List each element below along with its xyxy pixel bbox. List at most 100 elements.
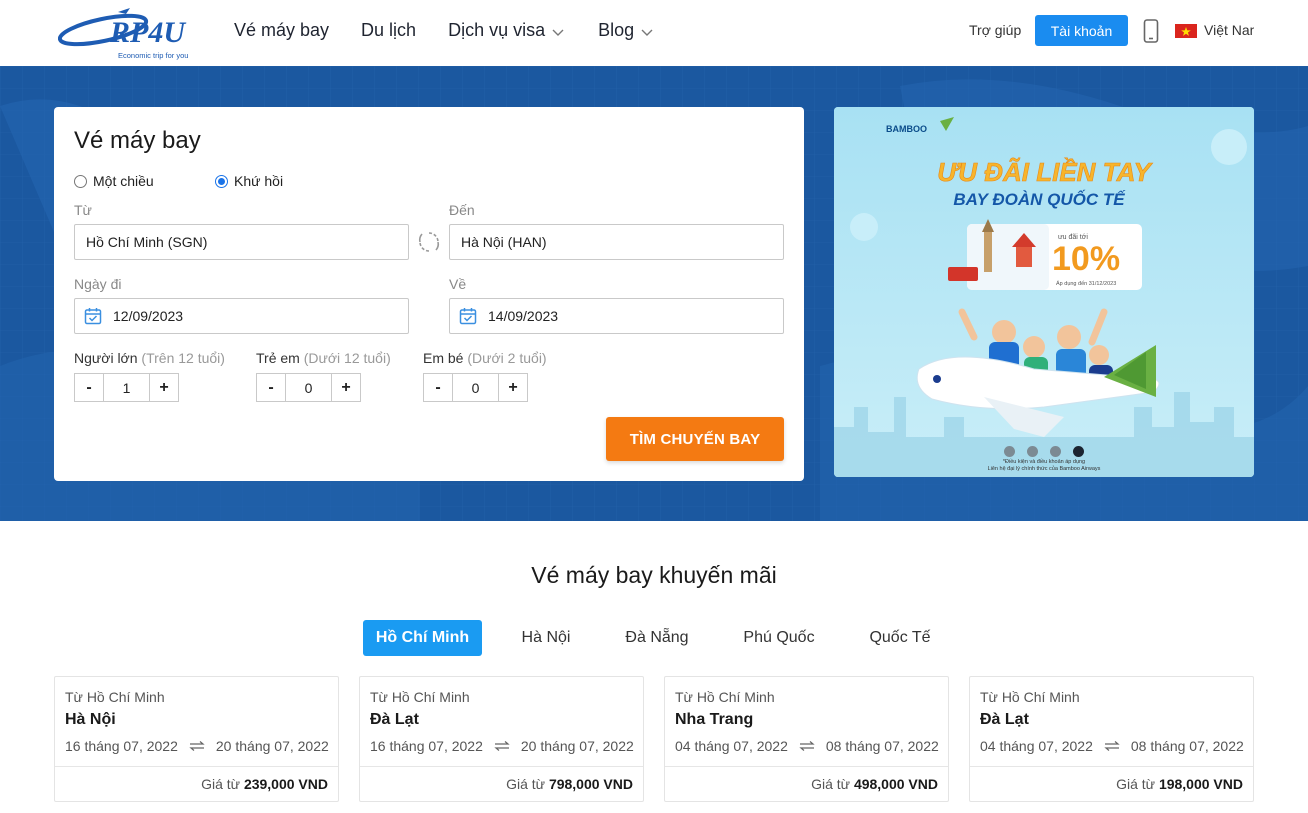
banner-offer-until: Áp dụng đến 31/12/2023 — [1056, 280, 1116, 287]
banner-footnote-2: Liên hệ đại lý chính thức của Bamboo Air… — [988, 465, 1101, 472]
site-logo[interactable]: RP4U Economic trip for you — [57, 4, 208, 62]
nav-blog[interactable]: Blog — [598, 20, 653, 41]
deal-price-prefix: Giá từ — [506, 776, 546, 792]
radio-checked-icon — [215, 174, 228, 188]
adults-increment-button[interactable]: + — [149, 374, 178, 401]
deal-price-value: 498,000 VND — [853, 776, 938, 792]
adults-note: (Trên 12 tuổi) — [141, 350, 225, 366]
return-date-input[interactable]: 14/09/2023 — [449, 298, 784, 334]
children-increment-button[interactable]: + — [331, 374, 360, 401]
deal-price-value: 239,000 VND — [243, 776, 328, 792]
promo-banner-carousel[interactable]: BAMBOO ƯU ĐÃI LIỀN TAY BAY ĐOÀN QUỐC TẾ … — [834, 107, 1254, 477]
deal-card[interactable]: Từ Hồ Chí Minh Đà Lạt 04 tháng 07, 2022 … — [969, 676, 1254, 802]
swap-icon[interactable] — [417, 230, 441, 254]
nav-travel-label: Du lịch — [361, 20, 417, 40]
departure-city-tabs: Hồ Chí Minh Hà Nội Đà Nẵng Phú Quốc Quốc… — [363, 620, 946, 656]
infants-count[interactable]: 0 — [453, 374, 498, 401]
children-decrement-button[interactable]: - — [257, 374, 286, 401]
tab-da-nang[interactable]: Đà Nẵng — [610, 620, 704, 656]
deal-price-prefix: Giá từ — [1116, 776, 1156, 792]
carousel-dot[interactable] — [1050, 446, 1061, 457]
site-header: RP4U Economic trip for you Vé máy bay Du… — [0, 0, 1308, 66]
children-count[interactable]: 0 — [286, 374, 331, 401]
chevron-down-icon — [552, 29, 564, 36]
account-button[interactable]: Tài khoản — [1035, 15, 1128, 46]
infants-increment-button[interactable]: + — [498, 374, 527, 401]
radio-unchecked-icon — [74, 174, 87, 188]
nav-blog-label: Blog — [598, 20, 635, 40]
mobile-phone-icon[interactable] — [1143, 19, 1159, 43]
deal-date-out: 04 tháng 07, 2022 — [675, 738, 788, 754]
infants-decrement-button[interactable]: - — [424, 374, 453, 401]
deal-divider — [970, 766, 1253, 767]
deal-card[interactable]: Từ Hồ Chí Minh Nha Trang 04 tháng 07, 20… — [664, 676, 949, 802]
banner-headline-2: BAY ĐOÀN QUỐC TẾ — [953, 190, 1126, 209]
deal-origin: Từ Hồ Chí Minh — [370, 689, 470, 705]
children-stepper: - 0 + — [256, 373, 361, 402]
adults-label-text: Người lớn — [74, 350, 138, 366]
logo-wordmark: RP4U — [109, 16, 186, 49]
deal-price-value: 798,000 VND — [548, 776, 633, 792]
trip-type-roundtrip[interactable]: Khứ hồi — [215, 173, 283, 189]
from-input[interactable]: Hồ Chí Minh (SGN) — [74, 224, 409, 260]
banner-offer-value: 10% — [1052, 240, 1120, 278]
adults-decrement-button[interactable]: - — [75, 374, 104, 401]
deal-price-prefix: Giá từ — [811, 776, 851, 792]
trip-type-oneway[interactable]: Một chiều — [74, 173, 154, 189]
banner-headline-1: ƯU ĐÃI LIỀN TAY — [937, 157, 1153, 187]
deal-origin: Từ Hồ Chí Minh — [980, 689, 1080, 705]
deal-dates: 04 tháng 07, 2022 08 tháng 07, 2022 — [675, 738, 939, 754]
infants-label: Em bé (Dưới 2 tuổi) — [423, 350, 547, 366]
trip-type-roundtrip-label: Khứ hồi — [234, 173, 284, 189]
flight-search-form: Vé máy bay Một chiều Khứ hồi Từ Hồ Chí M… — [54, 107, 804, 481]
adults-stepper: - 1 + — [74, 373, 179, 402]
nav-flights[interactable]: Vé máy bay — [234, 20, 329, 41]
tab-quoc-te[interactable]: Quốc Tế — [854, 620, 946, 656]
language-selector[interactable]: Việt Nam — [1204, 22, 1254, 38]
deal-date-out: 16 tháng 07, 2022 — [370, 738, 483, 754]
deal-destination: Nha Trang — [675, 711, 754, 728]
trip-type-oneway-label: Một chiều — [93, 173, 154, 189]
deal-divider — [360, 766, 643, 767]
deal-divider — [55, 766, 338, 767]
depart-date-label: Ngày đi — [74, 276, 122, 292]
from-label: Từ — [74, 202, 92, 218]
to-input[interactable]: Hà Nội (HAN) — [449, 224, 784, 260]
return-date-label: Về — [449, 276, 467, 292]
tab-phu-quoc[interactable]: Phú Quốc — [704, 620, 854, 656]
deal-date-back: 08 tháng 07, 2022 — [1130, 738, 1244, 754]
round-trip-arrows-icon — [494, 741, 510, 751]
adults-count[interactable]: 1 — [104, 374, 149, 401]
deal-card[interactable]: Từ Hồ Chí Minh Hà Nội 16 tháng 07, 2022 … — [54, 676, 339, 802]
nav-travel[interactable]: Du lịch — [361, 20, 416, 41]
deal-destination: Đà Lạt — [980, 711, 1029, 728]
carousel-dot[interactable] — [1004, 446, 1015, 457]
search-flights-button[interactable]: TÌM CHUYẾN BAY — [606, 417, 784, 461]
deal-origin: Từ Hồ Chí Minh — [65, 689, 165, 705]
carousel-dots — [1004, 446, 1084, 457]
carousel-dot-active[interactable] — [1073, 446, 1084, 457]
adults-label: Người lớn (Trên 12 tuổi) — [74, 350, 225, 366]
deal-date-out: 16 tháng 07, 2022 — [65, 738, 178, 754]
deal-price: Giá từ 198,000 VND — [1116, 776, 1243, 792]
deal-price: Giá từ 498,000 VND — [811, 776, 938, 792]
main-nav: Vé máy bay Du lịch Dịch vụ visa Blog — [234, 20, 653, 41]
promo-banner-image: BAMBOO ƯU ĐÃI LIỀN TAY BAY ĐOÀN QUỐC TẾ … — [834, 107, 1254, 477]
deal-dates: 04 tháng 07, 2022 08 tháng 07, 2022 — [980, 738, 1244, 754]
carousel-dot[interactable] — [1027, 446, 1038, 457]
deal-destination: Hà Nội — [65, 711, 116, 728]
tab-ha-noi[interactable]: Hà Nội — [482, 620, 610, 656]
depart-date-value: 12/09/2023 — [113, 308, 184, 324]
nav-visa[interactable]: Dịch vụ visa — [448, 20, 564, 41]
help-link[interactable]: Trợ giúp — [969, 22, 1021, 38]
banner-airline-name: BAMBOO — [886, 124, 927, 134]
depart-date-input[interactable]: 12/09/2023 — [74, 298, 409, 334]
to-label: Đến — [449, 202, 475, 218]
children-label-text: Trẻ em — [256, 350, 300, 366]
to-value: Hà Nội (HAN) — [461, 234, 547, 250]
round-trip-arrows-icon — [189, 741, 205, 751]
deal-date-back: 20 tháng 07, 2022 — [215, 738, 329, 754]
deal-card[interactable]: Từ Hồ Chí Minh Đà Lạt 16 tháng 07, 2022 … — [359, 676, 644, 802]
deal-dates: 16 tháng 07, 2022 20 tháng 07, 2022 — [370, 738, 634, 754]
tab-ho-chi-minh[interactable]: Hồ Chí Minh — [363, 620, 482, 656]
